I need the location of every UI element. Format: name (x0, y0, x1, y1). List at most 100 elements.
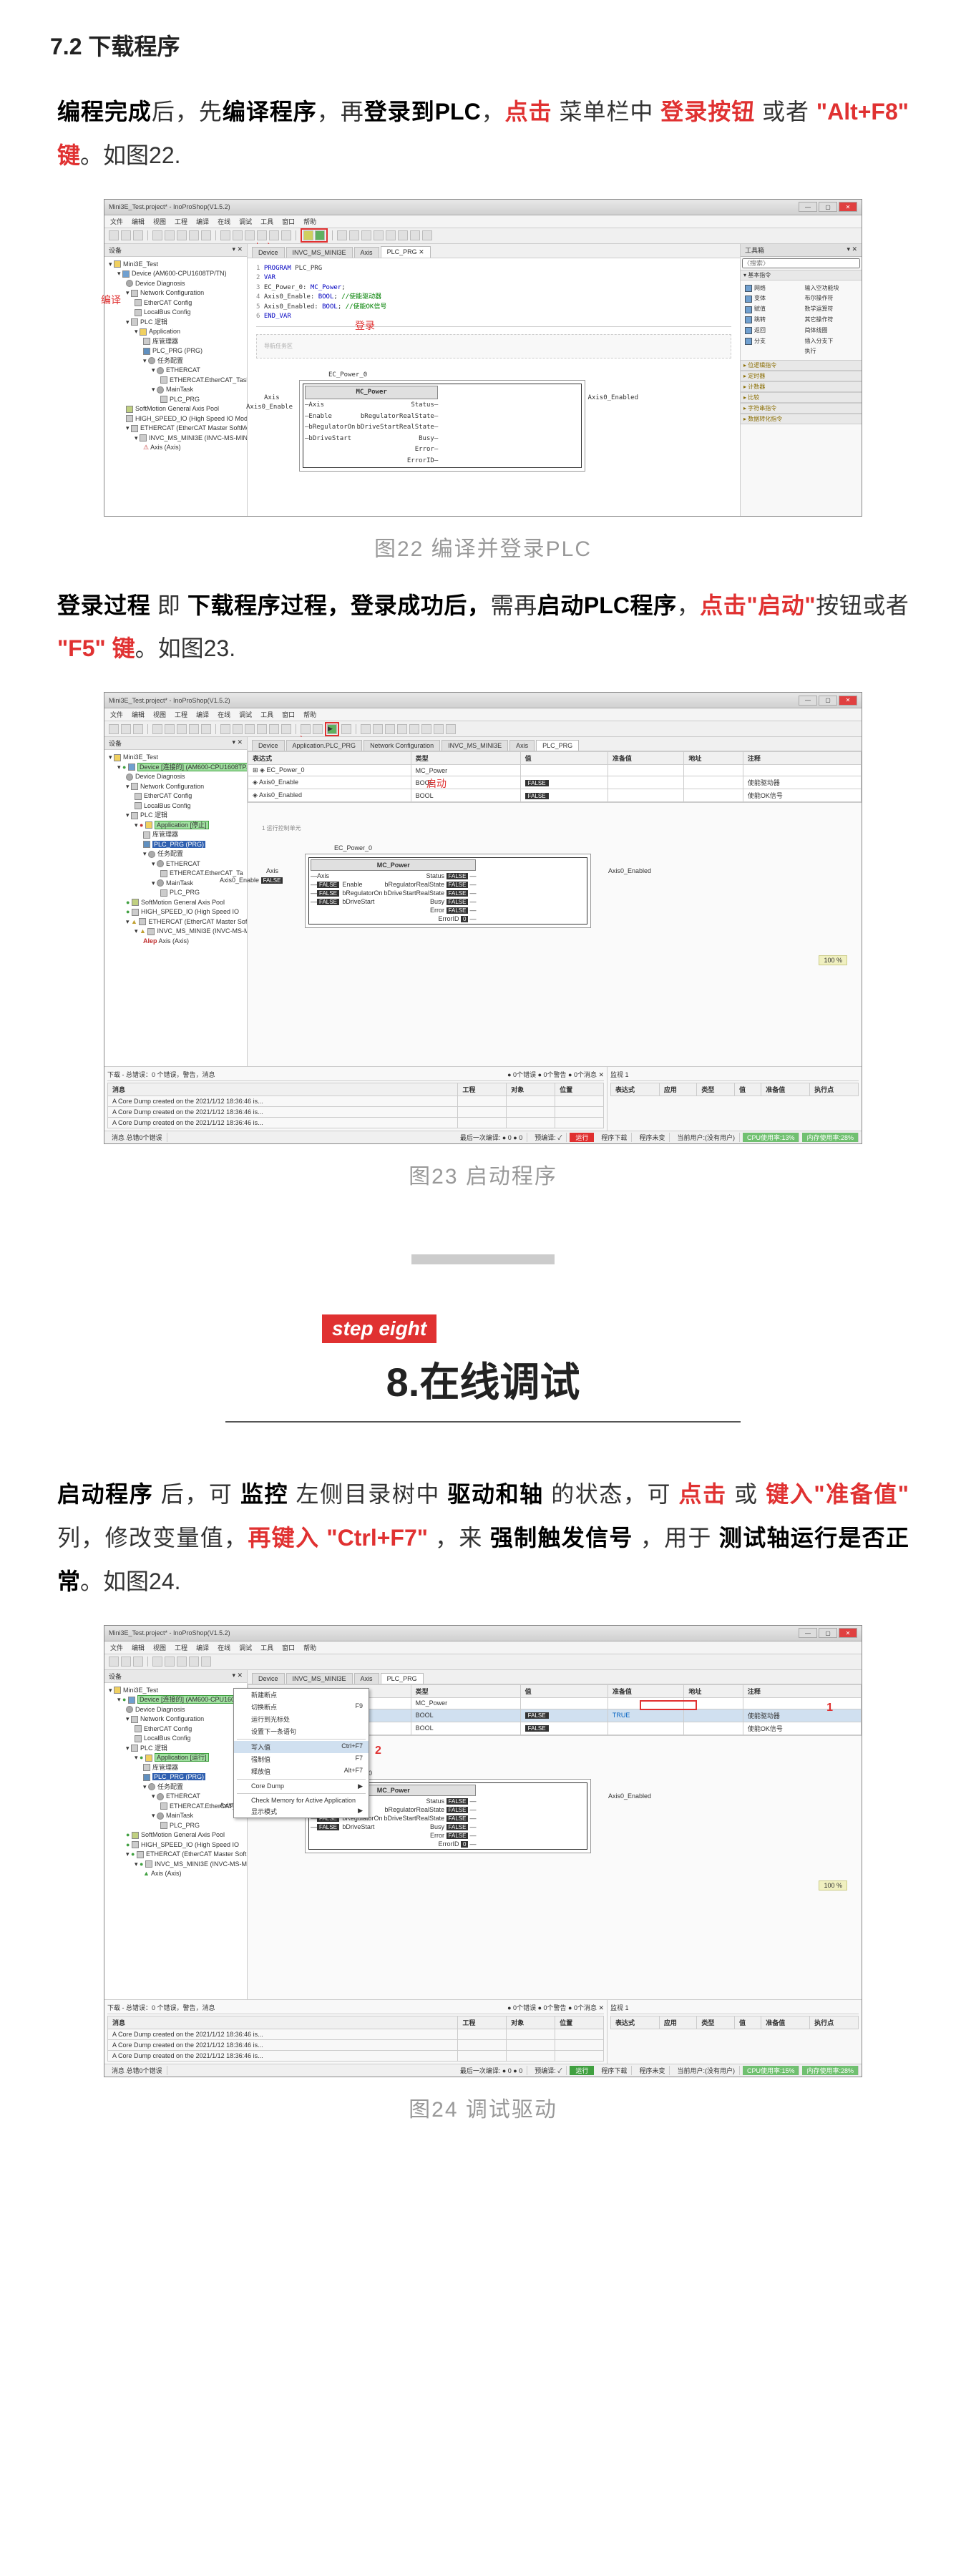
tree-project[interactable]: ▾ Mini3E_Test (107, 260, 244, 270)
menu-file[interactable]: 文件 (110, 710, 123, 719)
toolbar-icon[interactable] (434, 724, 444, 734)
toolbar-icon[interactable] (189, 724, 199, 734)
table-row[interactable]: ⊞ ◈ EC_Power_0MC_Power (248, 765, 862, 776)
toolbar-icon[interactable] (421, 724, 431, 734)
toolbox-group[interactable]: ▸ 比较 (741, 392, 862, 403)
toolbar-icon[interactable] (281, 230, 291, 240)
code-editor[interactable]: 1 PROGRAM PLC_PRG 2 VAR 3 EC_Power_0: MC… (248, 258, 740, 516)
toolbar-icon[interactable] (121, 724, 131, 734)
toolbar-icon[interactable] (152, 1657, 162, 1667)
minimize-button[interactable]: — (799, 1628, 817, 1638)
toolbar-icon[interactable] (121, 230, 131, 240)
toolbar-icon[interactable] (201, 1657, 211, 1667)
toolbar-icon[interactable] (121, 1657, 131, 1667)
tree-item[interactable]: PLC_PRG (PRG) (107, 346, 244, 356)
tab[interactable]: Axis (354, 1673, 379, 1684)
ctx-display-mode[interactable]: 显示模式▶ (234, 1805, 369, 1818)
menu-compile[interactable]: 编译 (196, 217, 209, 226)
menu-debug[interactable]: 调试 (239, 217, 252, 226)
toolbar-icon[interactable] (152, 724, 162, 734)
tree-item[interactable]: ▾ PLC 逻辑 (107, 811, 244, 821)
toolbar-icon[interactable] (220, 230, 230, 240)
toolbox-group[interactable]: ▸ 字符串指令 (741, 403, 862, 414)
close-button[interactable]: ✕ (839, 1628, 857, 1638)
toolbar-icon[interactable] (374, 230, 384, 240)
toolbar-icon[interactable] (201, 230, 211, 240)
toolbox-item[interactable]: 简体线圈 (804, 326, 859, 336)
tree-item[interactable]: ▾ ETHERCAT (EtherCAT Master SoftMotion) (107, 424, 244, 434)
toolbar-icon[interactable] (220, 724, 230, 734)
ctx-core-dump[interactable]: Core Dump▶ (234, 1781, 369, 1792)
toolbar-icon[interactable] (385, 724, 395, 734)
tree-item[interactable]: Device Diagnosis (107, 772, 244, 782)
menu-edit[interactable]: 编辑 (132, 1643, 145, 1652)
tree-item[interactable]: Device Diagnosis (107, 279, 244, 289)
toolbar-icon[interactable] (269, 724, 279, 734)
tree-item[interactable]: PLC_PRG (PRG) (107, 840, 244, 850)
toolbar-icon[interactable] (233, 724, 243, 734)
tree-item[interactable]: ▾ PLC 逻辑 (107, 318, 244, 328)
toolbox-item[interactable]: 输入空功能块 (804, 283, 859, 294)
ctx-set-next[interactable]: 设置下一条语句 (234, 1725, 369, 1737)
menu-project[interactable]: 工程 (175, 710, 187, 719)
toolbar-icon[interactable] (446, 724, 456, 734)
maximize-button[interactable]: ▢ (819, 1628, 837, 1638)
tree-item[interactable]: ▾ Application (107, 327, 244, 337)
toolbox-group[interactable]: ▸ 位逻辑指令 (741, 360, 862, 371)
menu-project[interactable]: 工程 (175, 217, 187, 226)
tree-item[interactable]: EtherCAT Config (107, 1724, 244, 1735)
tab[interactable]: PLC_PRG (381, 1673, 424, 1684)
tree-device[interactable]: ▾ ● Device [连接的] (AM600-CPU1608TP/TN) (107, 1695, 244, 1705)
menu-view[interactable]: 视图 (153, 217, 166, 226)
toolbar-icon[interactable] (386, 230, 396, 240)
tree-item[interactable]: ▾ Network Configuration (107, 288, 244, 298)
tree-item[interactable]: ▾ INVC_MS_MINI3E (INVC-MS-MINI3E) (107, 434, 244, 444)
tree-item[interactable]: ▾ Network Configuration (107, 782, 244, 792)
toolbar-icon[interactable] (133, 230, 143, 240)
menu-online[interactable]: 在线 (218, 1643, 230, 1652)
toolbar-icon[interactable] (269, 230, 279, 240)
tree-project[interactable]: ▾ Mini3E_Test (107, 753, 244, 763)
message-row[interactable]: A Core Dump created on the 2021/1/12 18:… (108, 1096, 604, 1107)
toolbar-icon[interactable] (422, 230, 432, 240)
toolbar-icon[interactable] (397, 724, 407, 734)
menu-window[interactable]: 窗口 (282, 217, 295, 226)
tree-project[interactable]: ▾ Mini3E_Test (107, 1686, 244, 1696)
maximize-button[interactable]: ▢ (819, 202, 837, 212)
toolbar-icon[interactable] (165, 1657, 175, 1667)
tree-item[interactable]: ● SoftMotion General Axis Pool (107, 898, 244, 908)
toolbar-icon[interactable] (361, 724, 371, 734)
menu-online[interactable]: 在线 (218, 217, 230, 226)
toolbar-icon[interactable] (245, 724, 255, 734)
ctx-release-value[interactable]: 释放值Alt+F7 (234, 1765, 369, 1777)
menu-compile[interactable]: 编译 (196, 710, 209, 719)
tree-item[interactable]: ▾ Network Configuration (107, 1714, 244, 1724)
toolbar-icon[interactable] (133, 724, 143, 734)
tree-item[interactable]: ▾ ETHERCAT (107, 859, 244, 869)
toolbar-icon[interactable] (313, 724, 323, 734)
zoom-readout[interactable]: 100 % (819, 1880, 847, 1890)
tree-item[interactable]: ▾ 任务配置 (107, 1782, 244, 1792)
toolbar-icon[interactable] (109, 724, 119, 734)
minimize-button[interactable]: — (799, 202, 817, 212)
tree-item[interactable]: LocalBus Config (107, 801, 244, 811)
message-row[interactable]: A Core Dump created on the 2021/1/12 18:… (108, 2029, 604, 2039)
ctx-run-to-cursor[interactable]: 运行到光标处 (234, 1713, 369, 1725)
toolbox-item[interactable]: 布尔操作符 (804, 293, 859, 304)
menu-debug[interactable]: 调试 (239, 1643, 252, 1652)
tree-item[interactable]: ▾ MainTask (107, 385, 244, 395)
toolbar-icon[interactable] (281, 724, 291, 734)
toolbar-icon[interactable] (373, 724, 383, 734)
toolbar-icon[interactable] (189, 1657, 199, 1667)
tree-item[interactable]: ▾ MainTask (107, 1811, 244, 1821)
watch-table[interactable]: 表达式类型 值准备值 地址注释 ⊞ ◈ EC_Power_0MC_Power ◈… (248, 751, 862, 802)
tab[interactable]: Application.PLC_PRG (286, 740, 363, 751)
menu-help[interactable]: 帮助 (303, 710, 316, 719)
tree-item[interactable]: 库管理器 (107, 830, 244, 840)
tree-item[interactable]: LocalBus Config (107, 1734, 244, 1744)
run-button[interactable]: ▶ (327, 724, 337, 734)
tree-item[interactable]: ▲ Axis (Axis) (107, 1869, 244, 1879)
tab[interactable]: Device (252, 740, 285, 751)
tab[interactable]: Device (252, 1673, 285, 1684)
toolbox-item[interactable]: 变体 (743, 293, 799, 304)
